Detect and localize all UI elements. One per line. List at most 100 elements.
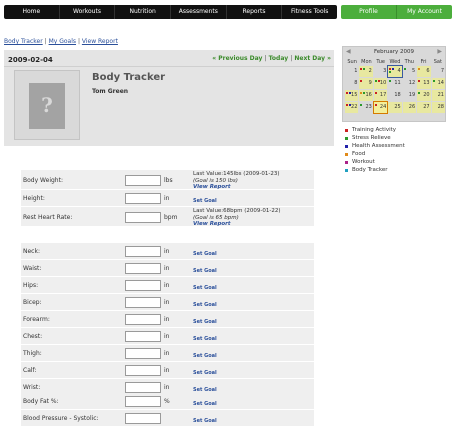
weekday-label: Sat <box>433 59 442 65</box>
calendar-day[interactable]: 14 <box>431 78 445 89</box>
previous-day-link[interactable]: « Previous Day <box>212 55 262 62</box>
calendar-day[interactable]: 15 <box>345 90 359 101</box>
calendar-day[interactable]: 10 <box>373 78 388 89</box>
calendar-day[interactable]: 12 <box>403 78 416 89</box>
calendar-day[interactable]: 20 <box>417 90 431 101</box>
set-goal-link[interactable]: Set Goal <box>193 319 217 325</box>
calendar-day[interactable]: 22 <box>345 102 359 113</box>
set-goal-link[interactable]: Set Goal <box>193 268 217 274</box>
weekday-label: Wed <box>389 59 401 65</box>
nav-home[interactable]: Home <box>4 5 60 19</box>
wrist-input[interactable] <box>125 382 161 393</box>
unit-label: in <box>164 333 170 340</box>
activity-marker <box>403 68 406 70</box>
calendar-day[interactable]: 21 <box>431 90 445 101</box>
chest-input[interactable] <box>125 331 161 342</box>
day-number: 1 <box>354 68 358 74</box>
day-number: 25 <box>394 104 401 110</box>
separator: | <box>290 55 293 62</box>
calendar-day[interactable]: 23 <box>359 102 372 113</box>
legend-label: Food <box>352 151 366 157</box>
set-goal-link[interactable]: Set Goal <box>193 198 217 204</box>
calendar-day[interactable]: 26 <box>402 102 417 113</box>
divider <box>4 66 334 67</box>
set-goal-link[interactable]: Set Goal <box>193 285 217 291</box>
calendar-day[interactable]: 7 <box>432 66 445 77</box>
waist-input[interactable] <box>125 263 161 274</box>
my-goals-link[interactable]: My Goals <box>49 38 76 45</box>
field-label: Hips: <box>23 282 39 289</box>
nav-profile[interactable]: Profile <box>341 5 397 19</box>
unit-label: in <box>164 265 170 272</box>
calendar-day[interactable]: 11 <box>388 78 401 89</box>
set-goal-link[interactable]: Set Goal <box>193 418 217 424</box>
day-number: 13 <box>423 80 430 86</box>
set-goal-link[interactable]: Set Goal <box>193 251 217 257</box>
bicep-input[interactable] <box>125 297 161 308</box>
nav-workouts[interactable]: Workouts <box>60 5 116 19</box>
calendar-day[interactable]: 1 <box>345 66 358 77</box>
next-month-arrow-icon[interactable]: ▶ <box>437 48 442 55</box>
day-number: 26 <box>408 104 416 110</box>
calendar-day[interactable]: 13 <box>417 78 431 89</box>
last-value-text: Last Value:145lbs (2009-01-23) <box>193 171 280 177</box>
hips-input[interactable] <box>125 280 161 291</box>
nav-my-account[interactable]: My Account <box>397 5 452 19</box>
body-weight-input[interactable] <box>125 175 161 186</box>
nav-fitness-tools[interactable]: Fitness Tools <box>282 5 337 19</box>
calendar-day[interactable]: 3 <box>374 66 387 77</box>
legend-swatch <box>345 169 348 172</box>
calendar-day[interactable]: 17 <box>373 90 388 101</box>
activity-marker <box>374 80 377 82</box>
day-number: 18 <box>394 92 401 98</box>
blood-pressure-systolic-input[interactable] <box>125 413 161 424</box>
form-row-body-fat: Body Fat %: % Set Goal <box>21 393 314 410</box>
last-value: Last Value:68bpm (2009-01-22) (Goal is 6… <box>193 208 281 228</box>
legend-swatch <box>345 145 348 148</box>
calendar-day[interactable]: 19 <box>403 90 416 101</box>
nav-reports[interactable]: Reports <box>227 5 283 19</box>
set-goal-link[interactable]: Set Goal <box>193 370 217 376</box>
today-link[interactable]: Today <box>269 55 289 62</box>
field-label: Body Fat %: <box>23 398 59 405</box>
body-tracker-link[interactable]: Body Tracker <box>4 38 43 45</box>
calendar-day[interactable]: 27 <box>417 102 431 113</box>
day-number: 21 <box>437 92 444 98</box>
set-goal-link[interactable]: Set Goal <box>193 336 217 342</box>
calendar-day[interactable]: 16 <box>359 90 373 101</box>
view-report-link[interactable]: View Report <box>193 221 281 228</box>
calendar-day[interactable]: 6 <box>417 66 431 77</box>
height-input[interactable] <box>125 193 161 204</box>
forearm-input[interactable] <box>125 314 161 325</box>
calendar-day[interactable]: 4 <box>387 65 403 78</box>
form-row-thigh: Thigh: in Set Goal <box>21 345 314 362</box>
activity-marker <box>374 92 377 94</box>
calendar-day[interactable]: 18 <box>388 90 401 101</box>
field-label: Height: <box>23 195 45 202</box>
body-fat-input[interactable] <box>125 396 161 407</box>
calendar-day[interactable]: 9 <box>359 78 373 89</box>
calf-input[interactable] <box>125 365 161 376</box>
set-goal-link[interactable]: Set Goal <box>193 302 217 308</box>
user-name: Tom Green <box>92 88 129 95</box>
nav-nutrition[interactable]: Nutrition <box>115 5 172 19</box>
calendar-day[interactable]: 24 <box>372 101 389 114</box>
activity-marker <box>363 68 366 70</box>
nav-assessments[interactable]: Assessments <box>171 5 227 19</box>
field-label: Bicep: <box>23 299 42 306</box>
calendar-day[interactable]: 25 <box>388 102 402 113</box>
next-day-link[interactable]: Next Day » <box>294 55 331 62</box>
set-goal-link[interactable]: Set Goal <box>193 353 217 359</box>
view-report-link[interactable]: View Report <box>82 38 118 45</box>
calendar-day[interactable]: 5 <box>403 66 416 77</box>
rest-heart-rate-input[interactable] <box>125 212 161 223</box>
activity-marker <box>360 68 363 70</box>
neck-input[interactable] <box>125 246 161 257</box>
activity-marker <box>349 104 351 106</box>
thigh-input[interactable] <box>125 348 161 359</box>
calendar-day[interactable]: 8 <box>345 78 358 89</box>
calendar-day[interactable]: 28 <box>431 102 445 113</box>
set-goal-link[interactable]: Set Goal <box>193 401 217 407</box>
form-row-height: Height: in Set Goal <box>21 190 314 207</box>
calendar-day[interactable]: 2 <box>359 66 373 77</box>
